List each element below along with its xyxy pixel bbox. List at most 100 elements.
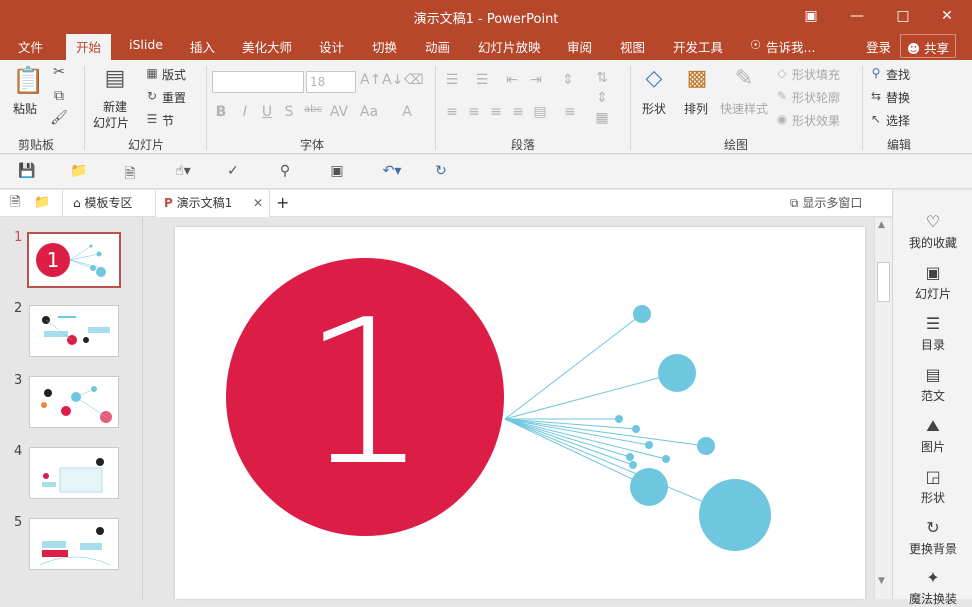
tab-design[interactable]: 设计 <box>319 37 344 56</box>
text-direction-icon[interactable]: ⇅ <box>594 70 610 86</box>
pane-toc[interactable]: ☰ 目录 <box>893 314 972 353</box>
change-case-icon[interactable]: Aa <box>358 104 380 120</box>
shapes-button[interactable]: 形状 <box>642 100 666 117</box>
new-document-icon[interactable]: 🗎 <box>122 163 138 187</box>
font-color-icon[interactable]: A <box>400 104 414 120</box>
align-left-icon[interactable]: ≡ <box>444 104 460 120</box>
slide-thumbnail-1[interactable]: 1 <box>27 232 121 288</box>
decrease-font-icon[interactable]: A↓ <box>382 72 403 88</box>
increase-indent-icon[interactable]: ⇥ <box>528 72 544 88</box>
pane-slide[interactable]: ▣ 幻灯片 <box>893 263 972 302</box>
tab-transitions[interactable]: 切换 <box>372 37 397 56</box>
slide-thumbnail-4[interactable] <box>29 447 119 499</box>
undo-icon[interactable]: ↶▾ <box>378 163 406 179</box>
minimize-icon[interactable]: — <box>843 4 871 28</box>
print-preview-icon[interactable]: ⚲ <box>276 163 294 179</box>
ribbon-display-options-icon[interactable]: ▣ <box>797 4 825 28</box>
paste-icon[interactable]: 📋 <box>12 66 44 98</box>
close-tab-icon[interactable]: ✕ <box>253 190 263 216</box>
shape-fill-button[interactable]: 形状填充 <box>792 66 840 83</box>
open-folder-icon[interactable]: 📁 <box>70 163 88 179</box>
smartart-icon[interactable]: ▦ <box>594 110 610 126</box>
numbering-icon[interactable]: ☰ <box>474 72 490 88</box>
tab-slideshow[interactable]: 幻灯片放映 <box>478 37 541 56</box>
save-icon[interactable]: 💾 <box>18 163 35 179</box>
align-right-icon[interactable]: ≡ <box>488 104 504 120</box>
align-text-icon[interactable]: ≡ <box>562 104 578 120</box>
columns-icon[interactable]: ▤ <box>532 104 548 120</box>
tab-template-zone[interactable]: ⌂ 模板专区 <box>62 190 154 217</box>
tab-review[interactable]: 审阅 <box>567 37 592 56</box>
new-slide-icon[interactable]: ▤ <box>100 66 130 94</box>
increase-font-icon[interactable]: A↑ <box>360 72 381 88</box>
bullets-icon[interactable]: ☰ <box>444 72 460 88</box>
tab-insert[interactable]: 插入 <box>190 37 215 56</box>
clear-format-icon[interactable]: ⌫ <box>404 72 424 88</box>
share-button[interactable]: ☻ 共享 <box>900 34 957 58</box>
new-slide-label-1[interactable]: 新建 <box>103 98 127 115</box>
scroll-up-icon[interactable]: ▲ <box>878 220 885 230</box>
maximize-icon[interactable]: □ <box>889 4 917 28</box>
tab-islide[interactable]: iSlide <box>129 37 163 52</box>
bold-icon[interactable]: B <box>214 104 228 120</box>
select-button[interactable]: 选择 <box>886 112 910 129</box>
tab-file[interactable]: 文件 <box>18 37 43 56</box>
font-size-combo[interactable]: 18 <box>306 71 356 93</box>
current-slide-canvas[interactable]: 1 <box>175 227 865 599</box>
tab-animations[interactable]: 动画 <box>425 37 450 56</box>
tell-me-search[interactable]: 告诉我... <box>766 37 815 56</box>
char-spacing-icon[interactable]: AV <box>328 104 350 120</box>
shape-effects-button[interactable]: 形状效果 <box>792 112 840 129</box>
tab-home[interactable]: 开始 <box>66 34 112 60</box>
replace-button[interactable]: 替换 <box>886 89 910 106</box>
tab-view[interactable]: 视图 <box>620 37 645 56</box>
shadow-icon[interactable]: S <box>282 104 296 120</box>
slide-thumbnail-3[interactable] <box>29 376 119 428</box>
align-center-icon[interactable]: ≡ <box>466 104 482 120</box>
pane-background[interactable]: ↻ 更换背景 <box>893 518 972 557</box>
find-button[interactable]: 查找 <box>886 66 910 83</box>
close-icon[interactable]: ✕ <box>933 4 961 28</box>
arrange-button[interactable]: 排列 <box>684 100 708 117</box>
font-name-combo[interactable] <box>212 71 304 93</box>
new-file-icon[interactable]: 🗎 <box>10 190 20 217</box>
decrease-indent-icon[interactable]: ⇤ <box>504 72 520 88</box>
tab-developer[interactable]: 开发工具 <box>673 37 723 56</box>
pane-magic[interactable]: ✦ 魔法换装 <box>893 568 972 607</box>
signin-link[interactable]: 登录 <box>866 37 891 56</box>
section-button[interactable]: 节 <box>162 112 174 129</box>
redo-icon[interactable]: ↻ <box>432 163 450 179</box>
text-align-vertical-icon[interactable]: ⇕ <box>594 90 610 106</box>
shape-outline-button[interactable]: 形状轮廓 <box>792 89 840 106</box>
line-spacing-icon[interactable]: ⇕ <box>560 72 576 88</box>
tab-document[interactable]: P 演示文稿1 ✕ <box>155 190 270 217</box>
tab-beautify[interactable]: 美化大师 <box>242 37 292 56</box>
folder-icon[interactable]: 📁 <box>34 190 50 217</box>
new-slide-label-2[interactable]: 幻灯片 <box>93 114 129 131</box>
cut-icon[interactable]: ✂ <box>50 64 68 80</box>
presentation-icon[interactable]: ▣ <box>328 163 346 179</box>
show-multi-window-button[interactable]: ⧉ 显示多窗口 <box>790 190 862 217</box>
underline-icon[interactable]: U <box>260 104 274 120</box>
slide-thumbnail-5[interactable] <box>29 518 119 570</box>
strikethrough-icon[interactable]: abc <box>302 104 324 115</box>
pane-favorites[interactable]: ♡ 我的收藏 <box>893 212 972 251</box>
italic-icon[interactable]: I <box>238 104 252 120</box>
quick-styles-button[interactable]: 快速样式 <box>720 100 768 117</box>
justify-icon[interactable]: ≡ <box>510 104 526 120</box>
arrange-icon[interactable]: ▩ <box>682 66 712 96</box>
slide-thumbnail-2[interactable] <box>29 305 119 357</box>
copy-icon[interactable]: ⧉ <box>50 88 68 104</box>
scroll-down-icon[interactable]: ▼ <box>878 576 885 586</box>
layout-button[interactable]: 版式 <box>162 66 186 83</box>
touch-mode-icon[interactable]: ☝▾ <box>170 163 196 179</box>
quick-styles-icon[interactable]: ✎ <box>728 66 760 96</box>
paste-button[interactable]: 粘贴 <box>13 100 37 117</box>
reset-button[interactable]: 重置 <box>162 89 186 106</box>
vertical-scrollbar[interactable]: ▲ ▼ <box>874 218 892 599</box>
shapes-icon[interactable]: ◇ <box>638 66 670 96</box>
pane-shape[interactable]: ◲ 形状 <box>893 467 972 506</box>
spelling-icon[interactable]: ✓ <box>224 163 242 179</box>
add-tab-icon[interactable]: + <box>276 190 289 217</box>
format-painter-icon[interactable]: 🖌 <box>50 110 68 126</box>
